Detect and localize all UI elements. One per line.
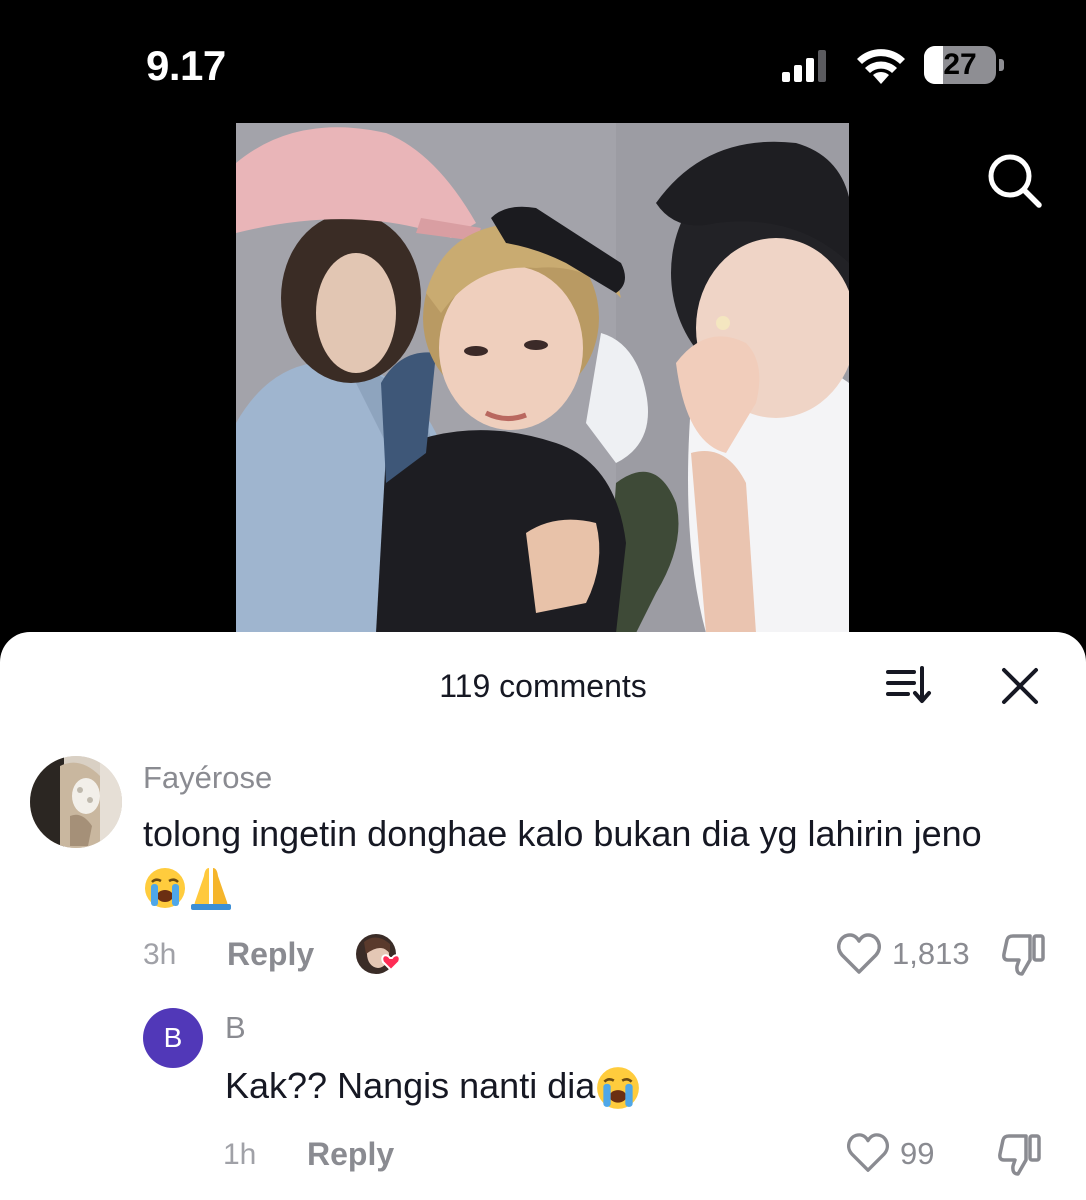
battery-indicator: 27 <box>924 46 1006 84</box>
cellular-signal-icon <box>782 50 826 82</box>
status-time: 9.17 <box>146 42 226 89</box>
search-icon[interactable] <box>984 150 1044 210</box>
battery-cap <box>999 59 1004 71</box>
close-icon[interactable] <box>998 664 1042 708</box>
like-count: 1,813 <box>892 936 970 971</box>
reply-button[interactable]: Reply <box>307 1136 394 1172</box>
comment-username[interactable]: Fayérose <box>143 760 272 796</box>
battery-body: 27 <box>924 46 996 84</box>
reply-button[interactable]: Reply <box>227 936 314 972</box>
avatar[interactable] <box>30 756 122 848</box>
comment-time: 1h <box>223 1138 257 1171</box>
loudly-crying-face-icon <box>145 868 185 909</box>
creator-avatar-icon <box>356 934 401 974</box>
comment-body: tolong ingetin donghae kalo bukan dia yg… <box>143 813 982 854</box>
wifi-icon <box>857 49 905 84</box>
comment-username[interactable]: B <box>225 1010 246 1046</box>
dislike-icon[interactable] <box>996 1132 1044 1178</box>
avatar-image <box>30 756 122 848</box>
battery-percentage: 27 <box>943 48 977 81</box>
comments-sheet: 119 comments Fayérose tolong ingetin don… <box>0 632 1086 1200</box>
video-player[interactable] <box>236 123 849 633</box>
dislike-icon[interactable] <box>1000 932 1048 978</box>
sort-icon[interactable] <box>884 662 934 708</box>
comment-text: tolong ingetin donghae kalo bukan dia yg… <box>143 808 1023 912</box>
like-heart-icon[interactable] <box>846 1132 890 1174</box>
comment-time: 3h <box>143 938 177 971</box>
like-count: 99 <box>900 1136 935 1171</box>
video-frame-image <box>236 123 849 633</box>
like-heart-icon[interactable] <box>836 932 882 976</box>
folded-hands-icon <box>191 868 231 911</box>
creator-liked-badge <box>354 932 404 978</box>
comment-body: Kak?? Nangis nanti dia <box>225 1065 596 1106</box>
avatar[interactable]: B <box>143 1008 203 1068</box>
loudly-crying-face-icon <box>597 1067 640 1110</box>
comment-text: Kak?? Nangis nanti dia <box>225 1060 1005 1112</box>
